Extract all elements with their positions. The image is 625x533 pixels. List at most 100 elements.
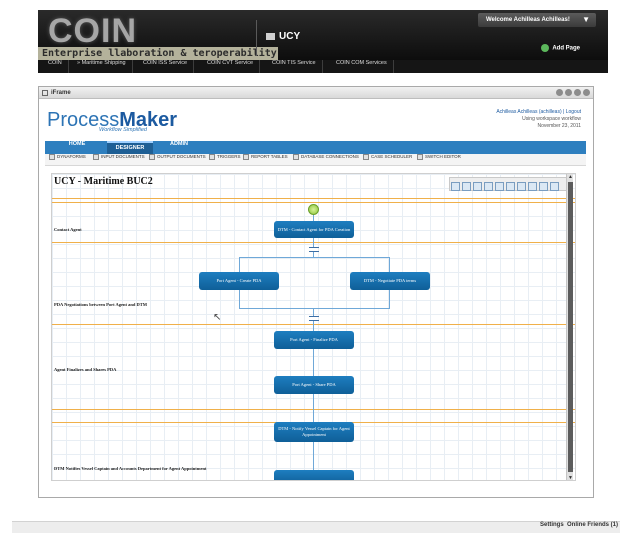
settings-link[interactable]: Settings <box>540 522 564 528</box>
dynaforms-icon <box>49 154 55 160</box>
subprocess-icon[interactable] <box>539 182 548 192</box>
lane-label-contact-agent: Contact Agent <box>54 227 82 232</box>
online-friends-link[interactable]: Online Friends (1) <box>567 522 618 528</box>
task-share-pda[interactable]: Port Agent - Share PDA <box>274 376 354 394</box>
toolbar-case-scheduler[interactable]: CASE SCHEDULER <box>363 154 412 166</box>
tab-designer[interactable]: DESIGNER <box>107 141 153 154</box>
triggers-icon <box>209 154 215 160</box>
scrollbar-thumb[interactable] <box>568 182 573 472</box>
task-contact-agent[interactable]: DTM - Contact Agent for PDA Creation <box>274 221 354 238</box>
toolbar-dynaforms[interactable]: DYNAFORMS <box>49 154 86 166</box>
connector[interactable] <box>313 321 314 331</box>
gateway-evaluate-icon[interactable] <box>473 182 482 192</box>
close-icon[interactable] <box>583 89 590 96</box>
connector[interactable] <box>239 308 390 309</box>
maximize-icon[interactable] <box>574 89 581 96</box>
connector[interactable] <box>313 349 314 376</box>
toolbar-label: DYNAFORMS <box>57 154 86 160</box>
settings-icon[interactable] <box>556 89 563 96</box>
parallel-gateway-join[interactable] <box>309 316 319 321</box>
gateway-parallel-eval-icon[interactable] <box>495 182 504 192</box>
designer-toolbar: DYNAFORMS INPUT DOCUMENTS OUTPUT DOCUMEN… <box>45 154 586 166</box>
lane-divider <box>52 409 575 410</box>
task-notify-captain[interactable]: DTM - Notify Vessel Captain for Agent Ap… <box>274 422 354 442</box>
tab-admin[interactable]: ADMIN <box>161 141 197 154</box>
database-icon <box>293 154 299 160</box>
org-icon <box>266 32 275 40</box>
connector[interactable] <box>313 394 314 422</box>
date-line: November 23, 2011 <box>537 123 581 129</box>
connector[interactable] <box>389 290 390 308</box>
start-event[interactable] <box>308 204 319 215</box>
gateway-parallel-icon[interactable] <box>484 182 493 192</box>
nav-item-coin-cvt[interactable]: COIN CVT Service <box>201 60 261 73</box>
site-nav: COIN » Maritime Shipping COIN ISS Servic… <box>38 60 608 73</box>
toolbar-database-connections[interactable]: DATABASE CONNECTIONS <box>293 154 359 166</box>
window-icon <box>42 90 48 96</box>
gateway-select-icon[interactable] <box>462 182 471 192</box>
add-page-button[interactable]: Add Page <box>541 44 580 52</box>
connector[interactable] <box>313 308 314 316</box>
toolbar-label: INPUT DOCUMENTS <box>101 154 145 160</box>
connector[interactable] <box>239 257 389 258</box>
task-create-pda[interactable]: Port Agent - Create PDA <box>199 272 279 290</box>
parallel-gateway-split[interactable] <box>309 247 319 252</box>
task-finalize-pda[interactable]: Port Agent - Finalize PDA <box>274 331 354 349</box>
output-documents-icon <box>149 154 155 160</box>
lane-label-agent-finalizes: Agent Finalizes and Shares PDA <box>54 367 117 372</box>
nav-item-maritime-shipping[interactable]: » Maritime Shipping <box>71 60 133 73</box>
nav-item-coin[interactable]: COIN <box>42 60 69 73</box>
window-controls <box>554 89 590 101</box>
coin-logo[interactable]: COIN <box>48 12 137 51</box>
chevron-down-icon: ▼ <box>582 15 590 24</box>
user-logout-line[interactable]: Achilleas Achilleas (achilleas) | Logout <box>496 109 581 116</box>
toolbar-report-tables[interactable]: REPORT TABLES <box>243 154 288 166</box>
end-event-icon[interactable] <box>528 182 537 192</box>
toolbar-label: TRIGGERS <box>217 154 241 160</box>
input-documents-icon <box>93 154 99 160</box>
minimize-icon[interactable] <box>565 89 572 96</box>
report-tables-icon <box>243 154 249 160</box>
welcome-menu[interactable]: Welcome Achilleas Achilleas! ▼ <box>478 13 596 27</box>
lane-divider <box>52 198 575 199</box>
process-canvas[interactable]: UCY - Maritime BUC2 Contact Agent PDA Ne… <box>51 173 576 481</box>
nav-item-coin-tis[interactable]: COIN TIS Service <box>266 60 323 73</box>
toolbar-label: CASE SCHEDULER <box>371 154 413 160</box>
lane-divider <box>52 202 575 203</box>
switch-editor-icon <box>417 154 423 160</box>
mouse-pointer-icon: ↖ <box>213 312 222 323</box>
annotation-icon[interactable] <box>550 182 559 192</box>
org-label: UCY <box>266 31 300 42</box>
canvas-scrollbar[interactable]: ▲ ▼ <box>566 174 574 480</box>
connector[interactable] <box>389 257 390 272</box>
scroll-down-icon[interactable]: ▼ <box>567 475 574 480</box>
welcome-text: Welcome Achilleas Achilleas! <box>486 17 570 23</box>
scroll-up-icon[interactable]: ▲ <box>567 174 574 181</box>
toolbar-switch-editor[interactable]: SWITCH EDITOR <box>417 154 461 166</box>
toolbar-input-documents[interactable]: INPUT DOCUMENTS <box>93 154 145 166</box>
nav-item-coin-com[interactable]: COIN COM Services <box>330 60 394 73</box>
user-info: Achilleas Achilleas (achilleas) | Logout… <box>496 109 581 130</box>
toolbar-label: OUTPUT DOCUMENTS <box>157 154 206 160</box>
lane-label-dtm-notifies: DTM Notifies Vessel Captain and Accounts… <box>54 466 207 471</box>
org-name: UCY <box>279 31 301 42</box>
connector[interactable] <box>239 257 240 272</box>
task-partial[interactable] <box>274 470 354 480</box>
connector[interactable] <box>239 290 240 308</box>
toolbar-triggers[interactable]: TRIGGERS <box>209 154 241 166</box>
task-negotiate-pda[interactable]: DTM - Negotiate PDA terms <box>350 272 430 290</box>
site-header: COIN Enterprise llaboration & teroperabi… <box>38 10 608 60</box>
lane-divider <box>52 242 575 243</box>
toolbar-label: REPORT TABLES <box>251 154 288 160</box>
gateway-down-icon[interactable] <box>451 182 460 192</box>
tab-home[interactable]: HOME <box>59 141 95 154</box>
window-titlebar[interactable]: iFrame <box>39 87 593 99</box>
toolbar-output-documents[interactable]: OUTPUT DOCUMENTS <box>149 154 206 166</box>
shape-palette <box>449 177 567 192</box>
nav-item-coin-iss[interactable]: COIN ISS Service <box>137 60 195 73</box>
start-event-icon[interactable] <box>517 182 526 192</box>
connector[interactable] <box>313 238 314 247</box>
toolbar-label: SWITCH EDITOR <box>425 154 461 160</box>
gateway-join-icon[interactable] <box>506 182 515 192</box>
connector[interactable] <box>313 442 314 470</box>
